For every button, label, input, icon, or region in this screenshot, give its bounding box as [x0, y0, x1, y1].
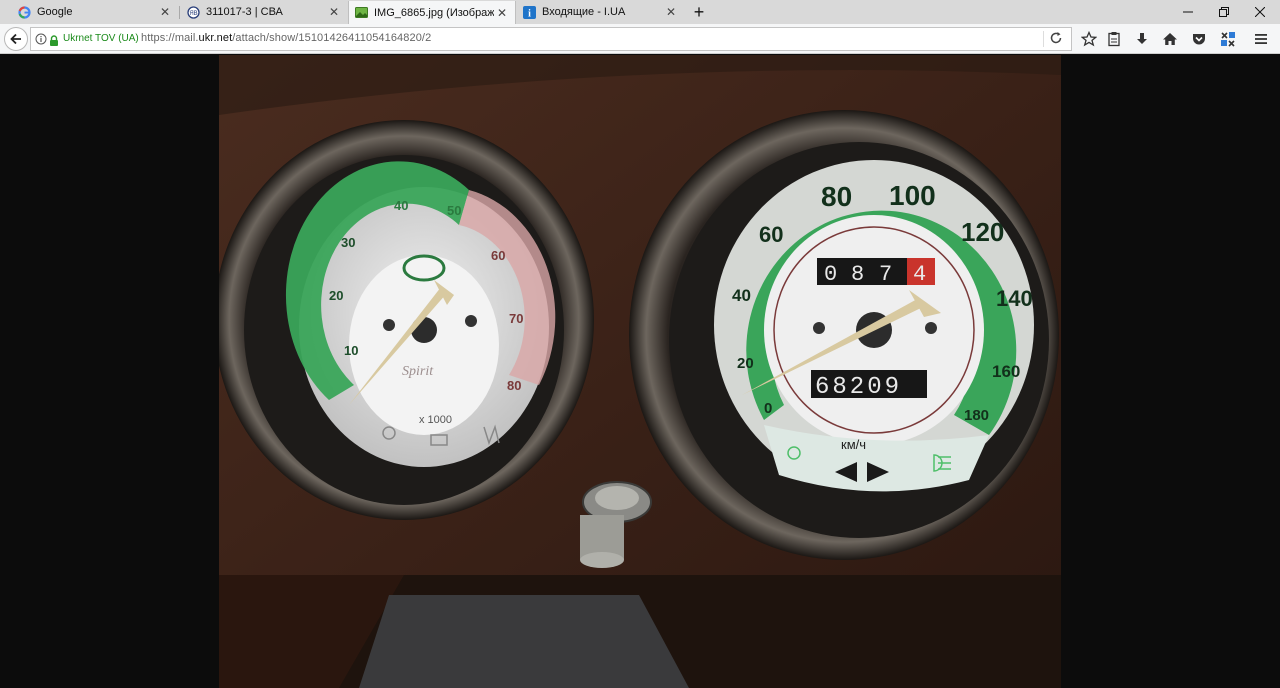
- extension-icon[interactable]: [1219, 30, 1237, 48]
- bookmark-star-icon[interactable]: [1080, 30, 1098, 48]
- pocket-icon[interactable]: [1190, 30, 1208, 48]
- menu-icon[interactable]: [1252, 30, 1270, 48]
- tab-strip: Google ✕ ЯВ 311017-3 | СВА ✕ IMG_6865.jp…: [0, 0, 1280, 24]
- close-tab-icon[interactable]: ✕: [326, 5, 342, 19]
- google-icon: [18, 5, 31, 19]
- back-arrow-icon: [10, 33, 21, 45]
- speed-label-160: 160: [992, 362, 1020, 381]
- speed-label-180: 180: [964, 407, 989, 424]
- tach-screw: [465, 315, 477, 327]
- tab-title: Google: [37, 6, 73, 18]
- tab-title: Входящие - I.UA: [542, 6, 626, 18]
- odometer: 68209: [811, 370, 927, 401]
- dashboard-photo[interactable]: 10 20 30 40 50 60 70 80 Spirit x 1000 0 …: [219, 55, 1061, 688]
- tach-label-30: 30: [341, 235, 355, 250]
- home-icon[interactable]: [1161, 30, 1179, 48]
- tab-divider: [179, 6, 180, 19]
- reload-icon[interactable]: [1049, 31, 1063, 50]
- tab-image[interactable]: IMG_6865.jpg (Изображени ✕: [348, 1, 516, 24]
- speed-screw: [925, 322, 937, 334]
- downloads-icon[interactable]: [1133, 30, 1151, 48]
- url-domain: ukr.net: [198, 32, 233, 44]
- tach-label-10: 10: [344, 343, 358, 358]
- tach-label-70: 70: [509, 311, 523, 326]
- tab-cba[interactable]: ЯВ 311017-3 | СВА ✕: [181, 0, 347, 24]
- back-button[interactable]: [4, 27, 28, 51]
- iua-mail-icon: i: [523, 5, 536, 19]
- speed-label-140: 140: [996, 286, 1033, 311]
- close-window-button[interactable]: [1242, 0, 1278, 24]
- navigation-toolbar: Ukrnet TOV (UA) https://mail.ukr.net/att…: [0, 24, 1280, 54]
- speed-screw: [813, 322, 825, 334]
- tachometer-center-dial: [349, 255, 499, 435]
- trip-digit: 0: [824, 262, 837, 287]
- trip-digit: 4: [913, 262, 926, 287]
- tach-label-50: 50: [447, 203, 461, 218]
- speed-label-0: 0: [764, 400, 772, 417]
- tab-google[interactable]: Google ✕: [12, 0, 178, 24]
- site-identity-label: Ukrnet TOV (UA): [63, 33, 139, 44]
- url-divider: [1043, 31, 1044, 47]
- odometer-value: 68209: [815, 374, 902, 401]
- tach-label-40: 40: [394, 198, 408, 213]
- svg-text:i: i: [528, 8, 531, 19]
- steering-column: [359, 595, 689, 688]
- url-prefix: https://mail.: [141, 32, 199, 44]
- image-icon: [355, 6, 368, 19]
- tab-iua[interactable]: i Входящие - I.UA ✕: [517, 0, 684, 24]
- speedometer: 0 20 40 60 80 100 120 140 160 180 0 8 7 …: [629, 110, 1059, 560]
- trip-digit: 8: [851, 262, 864, 287]
- tach-label-80: 80: [507, 378, 521, 393]
- trip-digit: 7: [879, 262, 892, 287]
- tach-label-20: 20: [329, 288, 343, 303]
- new-tab-button[interactable]: +: [688, 1, 710, 23]
- speed-label-120: 120: [961, 217, 1004, 247]
- trip-odometer: 0 8 7 4: [817, 258, 935, 287]
- url-suffix: /attach/show/151014264110541648​20/2: [232, 32, 432, 44]
- url-text[interactable]: https://mail.ukr.net/attach/show/1510142…: [141, 32, 431, 44]
- lock-icon: [49, 33, 59, 51]
- tach-unit-label: x 1000: [419, 414, 452, 426]
- restore-button[interactable]: [1206, 0, 1242, 24]
- tach-screw: [383, 319, 395, 331]
- close-tab-icon[interactable]: ✕: [663, 5, 679, 19]
- speed-label-60: 60: [759, 222, 783, 247]
- tach-brand-label: Spirit: [402, 364, 434, 379]
- cba-logo-icon: ЯВ: [187, 5, 200, 19]
- tachometer: 10 20 30 40 50 60 70 80 Spirit x 1000: [219, 120, 594, 520]
- tab-title: IMG_6865.jpg (Изображени: [374, 6, 494, 19]
- speed-unit-label: км/ч: [841, 437, 866, 452]
- tab-title: 311017-3 | СВА: [206, 6, 283, 18]
- tach-label-60: 60: [491, 248, 505, 263]
- speed-label-40: 40: [732, 286, 751, 305]
- speed-label-100: 100: [889, 180, 936, 211]
- svg-text:ЯВ: ЯВ: [189, 11, 197, 17]
- reading-list-icon[interactable]: [1105, 30, 1123, 48]
- address-bar[interactable]: Ukrnet TOV (UA) https://mail.ukr.net/att…: [30, 27, 1072, 51]
- site-info-icon[interactable]: [35, 32, 47, 50]
- speed-label-20: 20: [737, 355, 754, 372]
- minimize-button[interactable]: [1170, 0, 1206, 24]
- speed-label-80: 80: [821, 181, 852, 212]
- close-tab-icon[interactable]: ✕: [157, 5, 173, 19]
- close-tab-icon[interactable]: ✕: [494, 6, 510, 20]
